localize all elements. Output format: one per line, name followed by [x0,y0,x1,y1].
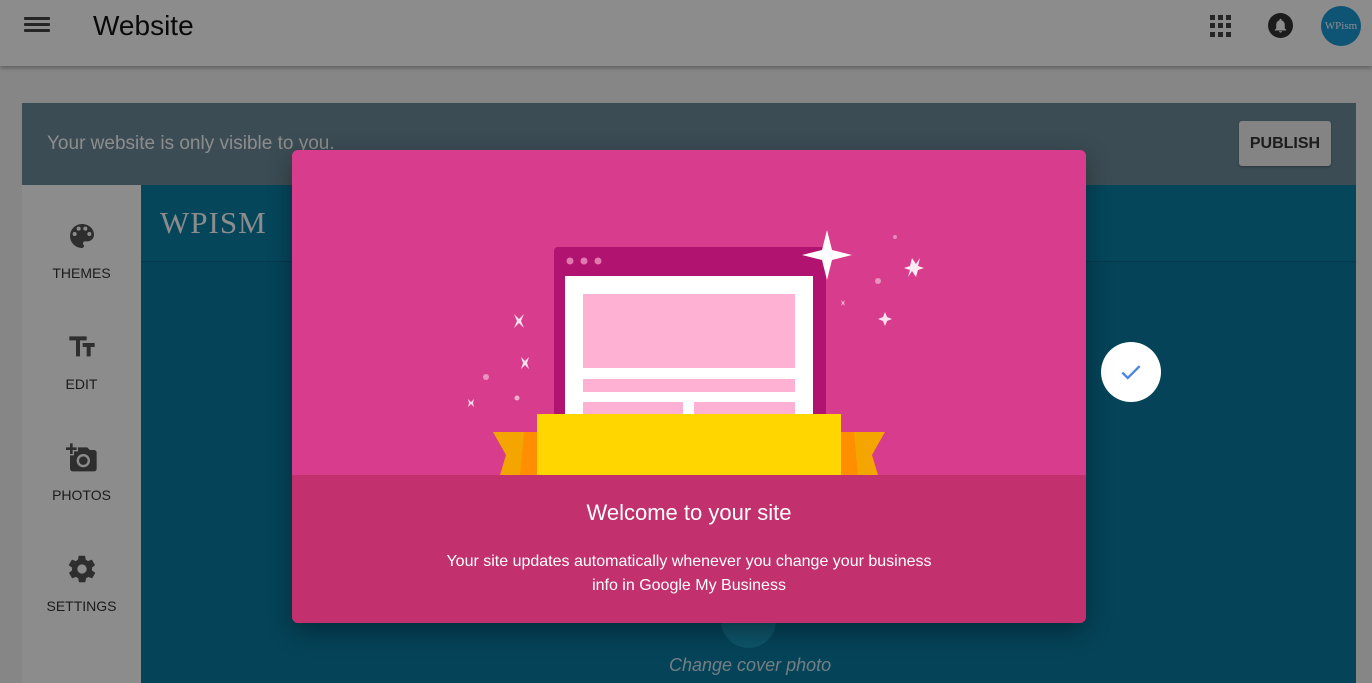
dialog-message: Your site updates automatically whenever… [439,550,939,598]
welcome-dialog: Welcome to your site Your site updates a… [292,150,1086,623]
checkmark-icon [1121,365,1141,380]
dialog-title: Welcome to your site [586,500,792,525]
dialog-message-line2: info in Google My Business [592,577,786,594]
dialog-message-line1: Your site updates automatically whenever… [446,553,932,570]
website-launch-illustration [468,230,924,475]
welcome-dialog-body: Welcome to your site Your site updates a… [292,475,1086,623]
confirm-check-button[interactable] [1101,342,1161,402]
welcome-illustration [292,150,1086,475]
